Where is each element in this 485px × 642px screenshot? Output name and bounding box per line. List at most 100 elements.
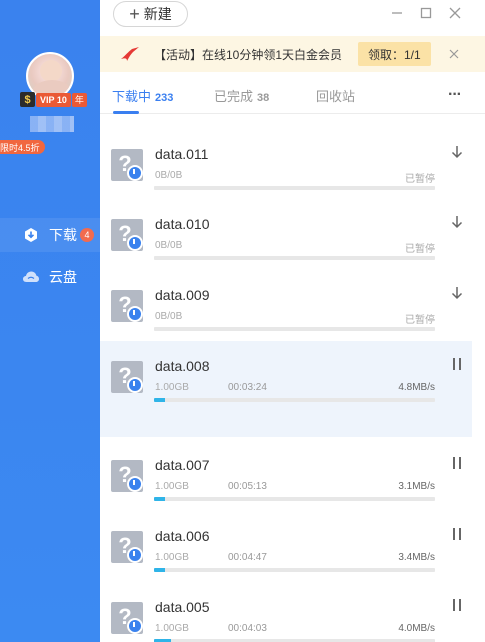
app-window: $ VIP 10 年 限时4.5折 下载 4 云盘 + 新建 【活动】在线10分… <box>0 0 485 642</box>
banner-text: 【活动】在线10分钟领1天白金会员 <box>154 47 343 62</box>
file-size: 1.00GB <box>155 481 189 492</box>
vip-level: VIP 10 <box>36 92 71 107</box>
resume-button[interactable] <box>449 214 465 230</box>
status-text: 已暂停 <box>405 244 435 255</box>
scrollbar[interactable] <box>481 115 485 642</box>
progress-bar <box>154 186 435 190</box>
status-text: 已暂停 <box>405 315 435 326</box>
file-name: data.011 <box>155 146 209 162</box>
tab-recycle-bin[interactable]: 回收站 <box>316 86 355 105</box>
progress-bar <box>154 256 435 260</box>
pause-icon <box>453 528 461 540</box>
download-badge-icon <box>127 547 143 563</box>
banner-close-button[interactable] <box>445 45 463 63</box>
tab-bar: 下载中 233 已完成 38 回收站 ··· <box>100 78 485 114</box>
sidebar-item-label: 下载 <box>49 227 77 243</box>
plus-icon: + <box>129 4 140 24</box>
file-size: 0B/0B <box>155 240 183 251</box>
file-size: 1.00GB <box>155 382 189 393</box>
elapsed-time: 00:05:13 <box>228 481 267 492</box>
file-name: data.009 <box>155 287 210 303</box>
pause-button[interactable] <box>449 356 465 372</box>
unknown-file-icon: ? <box>111 531 143 563</box>
pause-button[interactable] <box>449 455 465 471</box>
progress-bar <box>154 398 435 402</box>
tab-count: 233 <box>155 92 174 104</box>
close-icon <box>449 49 459 59</box>
unknown-file-icon: ? <box>111 290 143 322</box>
tab-completed[interactable]: 已完成 38 <box>214 86 269 105</box>
sidebar-item-download[interactable]: 下载 4 <box>0 218 100 252</box>
close-button[interactable] <box>446 4 464 22</box>
tab-count: 38 <box>257 92 270 104</box>
tab-label: 回收站 <box>316 89 356 104</box>
file-name: data.010 <box>155 216 210 232</box>
task-row[interactable]: ? data.011 0B/0B 已暂停 <box>100 138 472 208</box>
sidebar-item-cloud[interactable]: 云盘 <box>0 260 100 294</box>
file-name: data.006 <box>155 528 210 544</box>
progress-fill <box>154 398 166 402</box>
resume-button[interactable] <box>449 285 465 301</box>
tab-label: 已完成 <box>214 89 254 104</box>
vip-badge[interactable]: $ VIP 10 年 <box>20 92 87 107</box>
pause-button[interactable] <box>449 597 465 613</box>
file-size: 1.00GB <box>155 552 189 563</box>
activity-banner: 【活动】在线10分钟领1天白金会员 领取：1/1 <box>100 36 485 72</box>
resume-download-icon <box>451 287 463 300</box>
task-row[interactable]: ? data.005 1.00GB 00:04:03 4.0MB/s <box>100 591 472 642</box>
resume-button[interactable] <box>449 144 465 160</box>
elapsed-time: 00:04:03 <box>228 623 267 634</box>
tab-downloading[interactable]: 下载中 233 <box>112 86 173 105</box>
unknown-file-icon: ? <box>111 149 143 181</box>
download-icon <box>22 226 40 244</box>
close-icon <box>449 7 461 19</box>
download-badge-icon <box>127 235 143 251</box>
main-panel: + 新建 【活动】在线10分钟领1天白金会员 领取：1/1 下载中 233 已完… <box>100 0 485 642</box>
unknown-file-icon: ? <box>111 460 143 492</box>
unknown-file-icon: ? <box>111 219 143 251</box>
pause-icon <box>453 358 461 370</box>
sidebar-item-label: 云盘 <box>49 269 77 285</box>
pause-icon <box>453 599 461 611</box>
file-name: data.005 <box>155 599 210 615</box>
tab-label: 下载中 <box>112 89 152 104</box>
elapsed-time: 00:03:24 <box>228 382 267 393</box>
task-row[interactable]: ? data.008 1.00GB 00:03:24 4.8MB/s <box>100 341 472 437</box>
download-count-badge: 4 <box>80 228 94 242</box>
claim-button[interactable]: 领取：1/1 <box>358 42 431 66</box>
progress-bar <box>154 568 435 572</box>
progress-fill <box>154 497 166 501</box>
file-size: 1.00GB <box>155 623 189 634</box>
pause-button[interactable] <box>449 526 465 542</box>
download-speed: 3.4MB/s <box>398 552 435 563</box>
unknown-file-icon: ? <box>111 361 143 393</box>
active-tab-indicator <box>113 111 139 114</box>
download-badge-icon <box>127 306 143 322</box>
more-options-button[interactable]: ··· <box>448 86 462 104</box>
resume-download-icon <box>451 216 463 229</box>
promo-tag[interactable]: 限时4.5折 <box>0 140 45 154</box>
elapsed-time: 00:04:47 <box>228 552 267 563</box>
file-name: data.008 <box>155 358 210 374</box>
download-speed: 4.8MB/s <box>398 382 435 393</box>
task-row[interactable]: ? data.010 0B/0B 已暂停 <box>100 208 472 278</box>
title-bar: + 新建 <box>100 0 485 30</box>
vip-s-icon: $ <box>20 92 35 107</box>
download-badge-icon <box>127 165 143 181</box>
pause-icon <box>453 457 461 469</box>
task-row[interactable]: ? data.009 0B/0B 已暂停 <box>100 279 472 349</box>
unknown-file-icon: ? <box>111 602 143 634</box>
new-task-button[interactable]: + 新建 <box>113 1 188 27</box>
progress-bar <box>154 497 435 501</box>
maximize-button[interactable] <box>417 4 435 22</box>
file-size: 0B/0B <box>155 311 183 322</box>
minimize-button[interactable] <box>388 4 406 22</box>
task-row[interactable]: ? data.007 1.00GB 00:05:13 3.1MB/s <box>100 449 472 519</box>
task-row[interactable]: ? data.006 1.00GB 00:04:47 3.4MB/s <box>100 520 472 590</box>
download-badge-icon <box>127 618 143 634</box>
thunder-bird-icon <box>121 47 139 61</box>
cloud-icon <box>22 268 40 286</box>
download-speed: 3.1MB/s <box>398 481 435 492</box>
file-name: data.007 <box>155 457 210 473</box>
file-size: 0B/0B <box>155 170 183 181</box>
